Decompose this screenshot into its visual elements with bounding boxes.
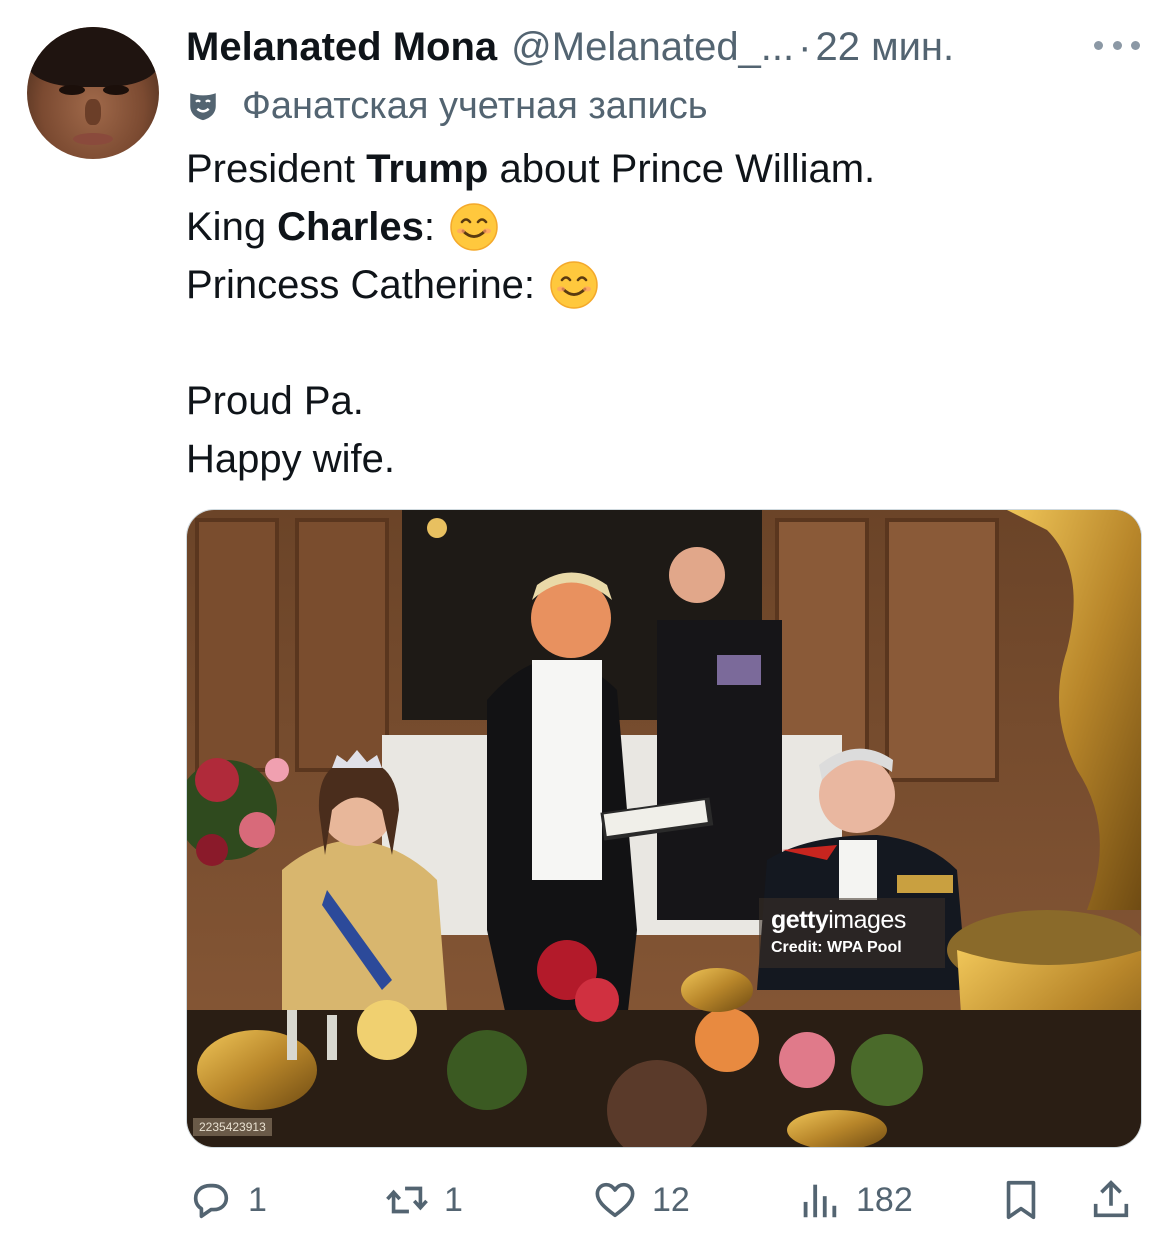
more-dot (1094, 40, 1103, 50)
reply-icon (193, 1183, 229, 1219)
bookmark-button[interactable] (998, 1170, 1044, 1230)
avatar-eye-right (103, 85, 129, 95)
theater-mask-icon (190, 93, 216, 121)
more-dots-icon[interactable] (1094, 30, 1140, 60)
text-segment: Princess Catherine: (186, 263, 536, 307)
retweet-icon (386, 1186, 428, 1214)
more-dot (1112, 40, 1122, 50)
avatar[interactable] (27, 27, 159, 159)
author-name[interactable]: Melanated Mona (186, 25, 497, 70)
text-segment: about Prince William. (488, 147, 876, 191)
more-dot (1131, 40, 1140, 50)
avatar-hair (27, 27, 159, 87)
views-chart-icon (803, 1184, 837, 1218)
tweet-line-3: Princess Catherine: (186, 256, 875, 314)
text-segment: : (423, 205, 436, 249)
share-icon (1093, 1180, 1129, 1218)
getty-watermark: gettyimages Credit: WPA Pool (759, 898, 945, 968)
bookmark-icon (1006, 1180, 1036, 1220)
text-segment: Happy wife. (186, 437, 395, 481)
view-count: 182 (856, 1180, 913, 1219)
text-segment: King (186, 205, 278, 249)
tweet-line-2: King Charles: (186, 198, 875, 256)
tweet-line-1: President Trump about Prince William. (186, 140, 875, 198)
author-handle[interactable]: @Melanated_... (511, 25, 794, 70)
text-segment: President (186, 147, 367, 191)
text-bold: Trump (366, 147, 489, 191)
watermark-credit: Credit: WPA Pool (771, 939, 902, 956)
text-segment: Proud Pa. (186, 379, 364, 423)
share-button[interactable] (1088, 1170, 1134, 1230)
action-bar: 1 1 12 182 (186, 1170, 1146, 1230)
smiling-face-emoji (550, 261, 598, 309)
timestamp[interactable]: 22 мин. (815, 25, 954, 70)
avatar-nose (85, 99, 101, 125)
tweet[interactable]: Melanated Mona @Melanated_... · 22 мин. … (0, 0, 1170, 1247)
tweet-line-5: Happy wife. (186, 430, 875, 488)
separator-dot: · (798, 24, 812, 69)
banquet-photo (187, 510, 1141, 1147)
account-label-text: Фанатская учетная запись (242, 84, 708, 127)
tweet-photo[interactable]: gettyimages Credit: WPA Pool 2235423913 (186, 509, 1142, 1148)
like-count: 12 (652, 1180, 690, 1219)
tweet-text: President Trump about Prince William. Ki… (186, 140, 875, 488)
watermark-brand-bold: getty (771, 906, 829, 934)
watermark-brand-light: images (828, 906, 906, 934)
account-label[interactable]: Фанатская учетная запись (186, 82, 708, 130)
tweet-header: Melanated Mona @Melanated_... · 22 мин. (186, 22, 1146, 72)
avatar-mouth (73, 133, 113, 145)
reply-button[interactable]: 1 (188, 1170, 267, 1230)
image-id: 2235423913 (193, 1118, 272, 1136)
avatar-eye-left (59, 85, 85, 95)
watermark-brand: gettyimages (771, 906, 933, 935)
tweet-line-4: Proud Pa. (186, 372, 875, 430)
text-bold: Charles (277, 205, 424, 249)
smiling-face-emoji (450, 203, 498, 251)
reply-count: 1 (248, 1180, 267, 1219)
heart-icon (595, 1182, 635, 1218)
like-button[interactable]: 12 (592, 1170, 690, 1230)
views-button[interactable]: 182 (796, 1170, 913, 1230)
retweet-button[interactable]: 1 (384, 1170, 463, 1230)
retweet-count: 1 (444, 1180, 463, 1219)
